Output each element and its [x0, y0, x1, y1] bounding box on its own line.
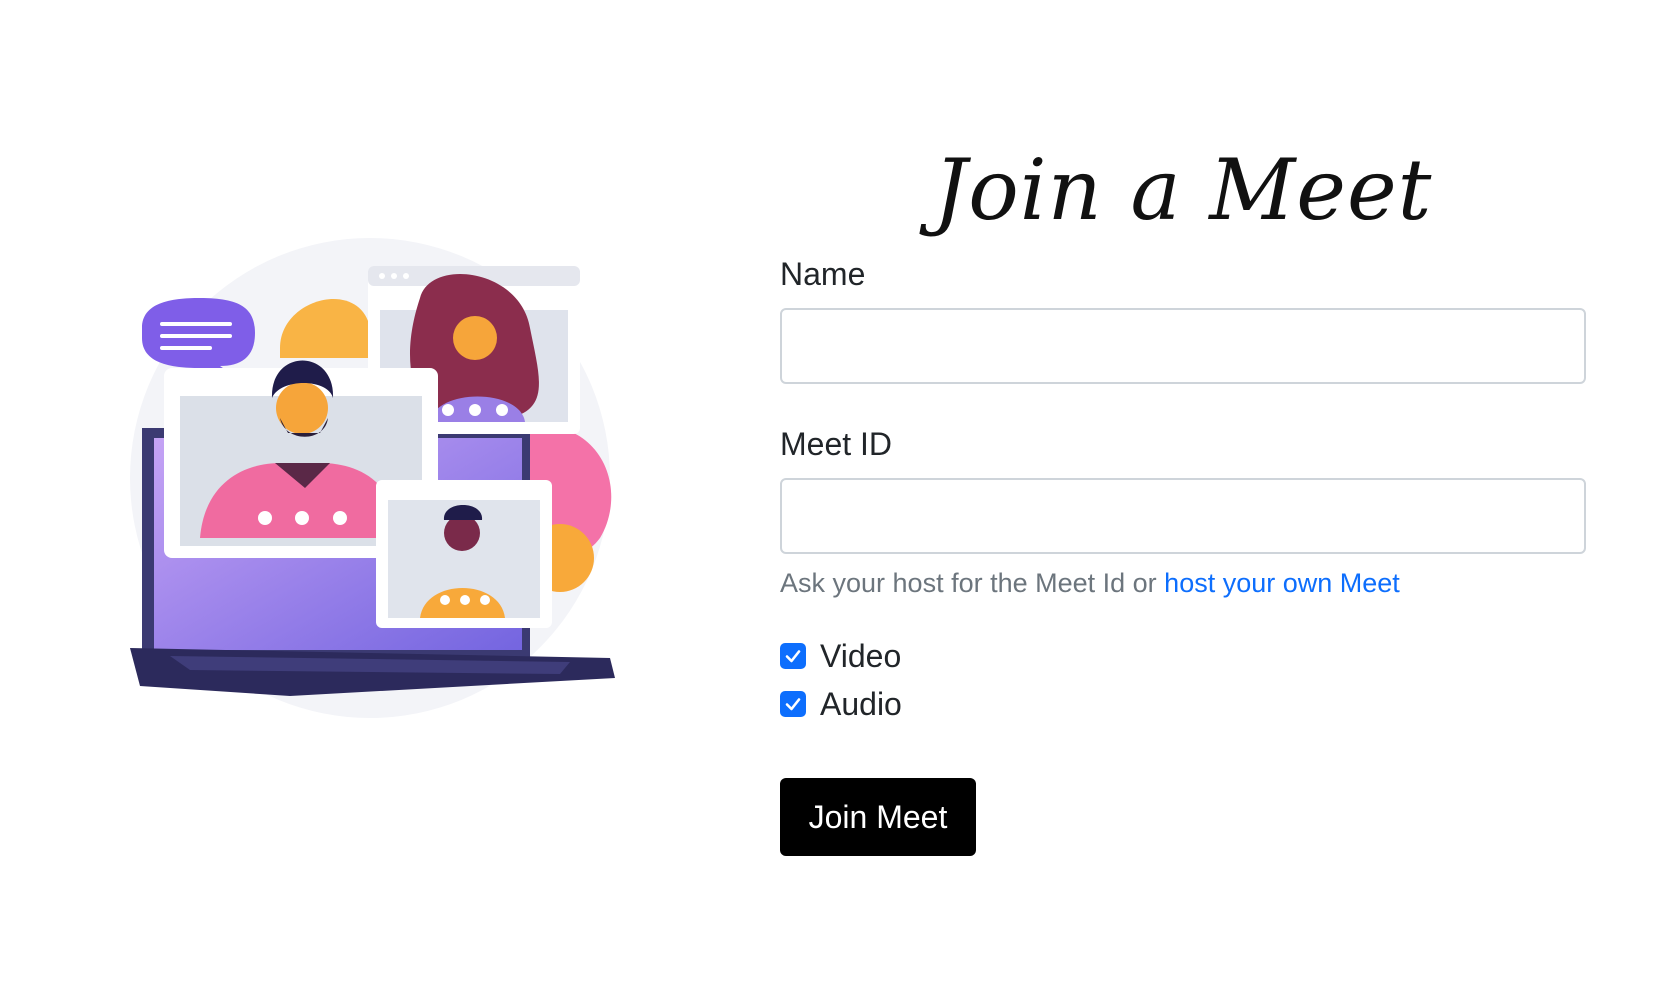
audio-option[interactable]: Audio — [780, 680, 1586, 728]
meet-id-help-text: Ask your host for the Meet Id or — [780, 568, 1165, 598]
join-meet-page: Join a Meet Name Meet ID Ask your host f… — [0, 0, 1676, 1002]
video-checkbox[interactable] — [780, 643, 806, 669]
page-title: Join a Meet — [933, 141, 1433, 239]
checkmark-icon — [785, 698, 801, 711]
media-options: Video Audio — [780, 632, 1586, 728]
checkmark-icon — [785, 650, 801, 663]
illustration-svg — [130, 238, 615, 718]
meet-id-input[interactable] — [780, 478, 1586, 554]
meet-id-label: Meet ID — [780, 426, 893, 462]
name-label: Name — [780, 256, 866, 292]
join-form: Join a Meet Name Meet ID Ask your host f… — [780, 140, 1586, 856]
host-own-meet-link[interactable]: host your own Meet — [1164, 568, 1400, 598]
meet-id-help: Ask your host for the Meet Id or host yo… — [780, 564, 1586, 602]
name-input[interactable] — [780, 308, 1586, 384]
video-option[interactable]: Video — [780, 632, 1586, 680]
video-label: Video — [820, 637, 902, 674]
video-conference-illustration — [130, 238, 670, 768]
audio-label: Audio — [820, 685, 902, 722]
audio-checkbox[interactable] — [780, 691, 806, 717]
join-meet-button[interactable]: Join Meet — [780, 778, 976, 856]
